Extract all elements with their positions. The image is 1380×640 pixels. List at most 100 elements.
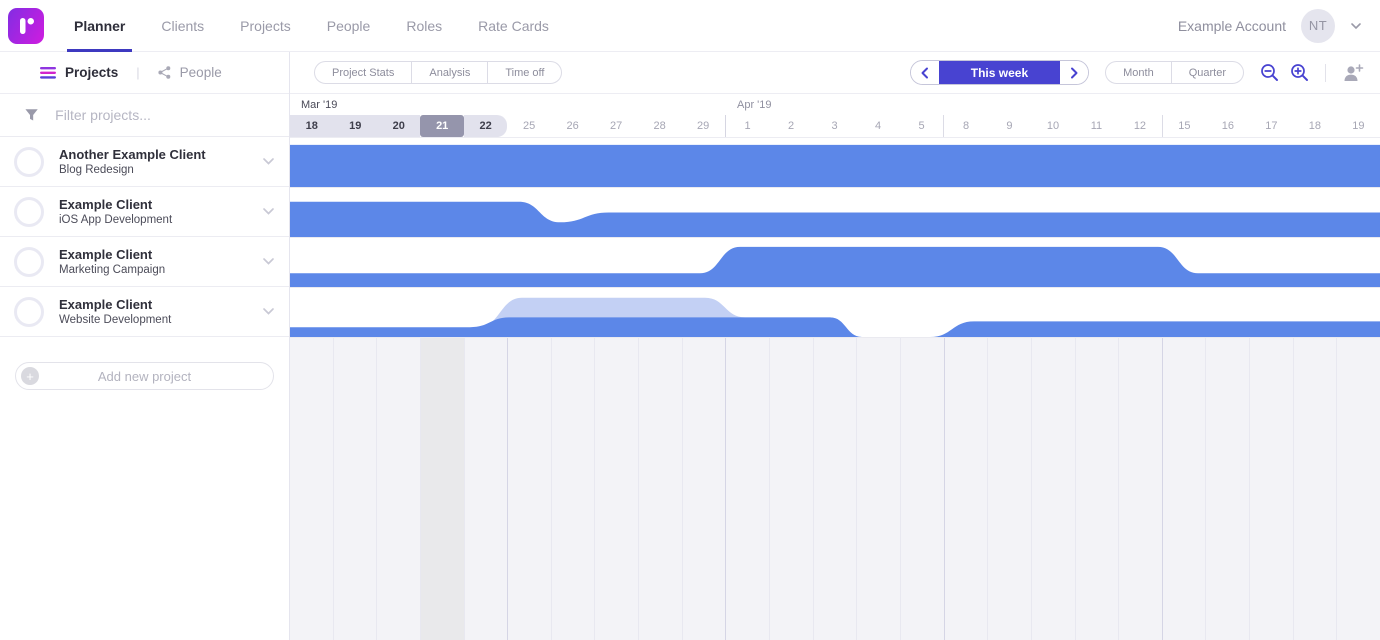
project-row[interactable]: Example ClientiOS App Development	[0, 187, 289, 237]
tab-project-stats[interactable]: Project Stats	[315, 62, 411, 83]
grid-column	[1293, 338, 1337, 640]
nav-item-planner[interactable]: Planner	[74, 0, 125, 52]
date-cell[interactable]: 12	[1118, 115, 1161, 137]
project-row[interactable]: Example ClientMarketing Campaign	[0, 237, 289, 287]
date-cell[interactable]: 19	[333, 115, 376, 137]
chevron-down-icon[interactable]	[262, 157, 275, 166]
zoom-out-icon	[1260, 63, 1279, 82]
zoom-in-button[interactable]	[1290, 63, 1309, 82]
date-cell[interactable]: 11	[1075, 115, 1118, 137]
grid-column	[900, 338, 944, 640]
nav-item-projects[interactable]: Projects	[240, 0, 291, 52]
date-cell[interactable]: 19	[1337, 115, 1380, 137]
chevron-right-icon	[1070, 67, 1079, 79]
tab-month[interactable]: Month	[1106, 62, 1171, 83]
workload-area-chart[interactable]	[290, 238, 1380, 287]
people-view-toggle[interactable]: People	[158, 65, 222, 80]
people-share-icon	[158, 66, 171, 79]
nav-item-roles[interactable]: Roles	[406, 0, 442, 52]
project-text: Example ClientWebsite Development	[59, 297, 247, 327]
month-label-mar: Mar '19	[290, 99, 726, 111]
date-cell[interactable]: 15	[1162, 115, 1206, 137]
date-cell[interactable]: 20	[377, 115, 420, 137]
grid-column	[1205, 338, 1249, 640]
add-person-button[interactable]	[1342, 64, 1364, 82]
filter-projects-input[interactable]	[55, 107, 273, 123]
project-text: Example ClientMarketing Campaign	[59, 247, 247, 277]
project-name: Website Development	[59, 314, 247, 326]
zoom-out-button[interactable]	[1260, 63, 1279, 82]
workload-area-scheduled[interactable]	[290, 145, 1380, 187]
workload-area-chart[interactable]	[290, 188, 1380, 237]
grid-column	[551, 338, 595, 640]
this-week-button[interactable]: This week	[939, 61, 1060, 84]
app-logo[interactable]	[8, 8, 44, 44]
project-avatar	[14, 197, 44, 227]
date-cell[interactable]: 18	[1293, 115, 1336, 137]
stats-tab-group: Project StatsAnalysisTime off	[314, 61, 562, 84]
schedule-row-marketing-campaign[interactable]	[290, 238, 1380, 288]
date-cell[interactable]: 4	[856, 115, 899, 137]
tab-time-off[interactable]: Time off	[487, 62, 561, 83]
date-cell[interactable]: 16	[1206, 115, 1249, 137]
date-cell[interactable]: 2	[769, 115, 812, 137]
date-cell[interactable]: 1	[725, 115, 769, 137]
month-row: Mar '19 Apr '19	[290, 94, 1380, 115]
workload-area-chart[interactable]	[290, 288, 1380, 337]
schedule-row-ios-app-development[interactable]	[290, 188, 1380, 238]
grid-column	[376, 338, 420, 640]
workload-area-scheduled[interactable]	[290, 247, 1380, 287]
date-cell[interactable]: 9	[988, 115, 1031, 137]
date-cell-today[interactable]: 21	[420, 115, 463, 137]
date-cell[interactable]: 5	[900, 115, 943, 137]
date-cell[interactable]: 25	[507, 115, 550, 137]
grid-column	[769, 338, 813, 640]
workload-area-scheduled[interactable]	[290, 317, 1380, 337]
projects-list-icon	[40, 67, 56, 79]
toolbar-divider	[1325, 64, 1326, 82]
people-toggle-label: People	[180, 65, 222, 80]
project-avatar	[14, 247, 44, 277]
date-cell[interactable]: 10	[1031, 115, 1074, 137]
schedule-row-blog-redesign[interactable]	[290, 138, 1380, 188]
add-new-project-button[interactable]: + Add new project	[15, 362, 274, 390]
workload-area-scheduled[interactable]	[290, 202, 1380, 237]
grid-column	[1249, 338, 1293, 640]
avatar[interactable]: NT	[1301, 9, 1335, 43]
schedule-row-website-development[interactable]	[290, 288, 1380, 338]
date-cell[interactable]: 22	[464, 115, 507, 137]
date-cell[interactable]: 29	[681, 115, 724, 137]
nav-item-rate-cards[interactable]: Rate Cards	[478, 0, 549, 52]
prev-week-button[interactable]	[911, 61, 939, 84]
date-cell[interactable]: 28	[638, 115, 681, 137]
chevron-down-icon[interactable]	[262, 207, 275, 216]
logo-r-icon	[11, 11, 41, 41]
date-cell[interactable]: 27	[594, 115, 637, 137]
project-row[interactable]: Another Example ClientBlog Redesign	[0, 137, 289, 187]
tab-analysis[interactable]: Analysis	[411, 62, 487, 83]
project-row[interactable]: Example ClientWebsite Development	[0, 287, 289, 337]
project-list: Another Example ClientBlog RedesignExamp…	[0, 137, 289, 337]
timeline-header: Mar '19 Apr '19 181920212225262728291234…	[290, 94, 1380, 138]
date-cell[interactable]: 26	[551, 115, 594, 137]
date-cell[interactable]: 18	[290, 115, 333, 137]
add-project-row: + Add new project	[0, 337, 289, 415]
chevron-down-icon[interactable]	[1350, 22, 1362, 30]
date-cell[interactable]: 8	[943, 115, 987, 137]
chevron-down-icon[interactable]	[262, 307, 275, 316]
timeline-controls: This week MonthQuarter	[910, 60, 1364, 85]
month-label-apr: Apr '19	[726, 99, 1380, 111]
nav-item-clients[interactable]: Clients	[161, 0, 204, 52]
date-cell[interactable]: 17	[1250, 115, 1293, 137]
nav-item-people[interactable]: People	[327, 0, 371, 52]
planner-main: Project StatsAnalysisTime off This week	[290, 52, 1380, 640]
workload-area-chart[interactable]	[290, 138, 1380, 187]
tab-quarter[interactable]: Quarter	[1171, 62, 1243, 83]
account-name: Example Account	[1178, 18, 1286, 34]
next-week-button[interactable]	[1060, 61, 1088, 84]
toggle-separator: |	[136, 65, 139, 80]
account-menu[interactable]: Example Account NT	[1178, 9, 1362, 43]
projects-view-toggle[interactable]: Projects	[40, 65, 118, 80]
date-cell[interactable]: 3	[813, 115, 856, 137]
chevron-down-icon[interactable]	[262, 257, 275, 266]
